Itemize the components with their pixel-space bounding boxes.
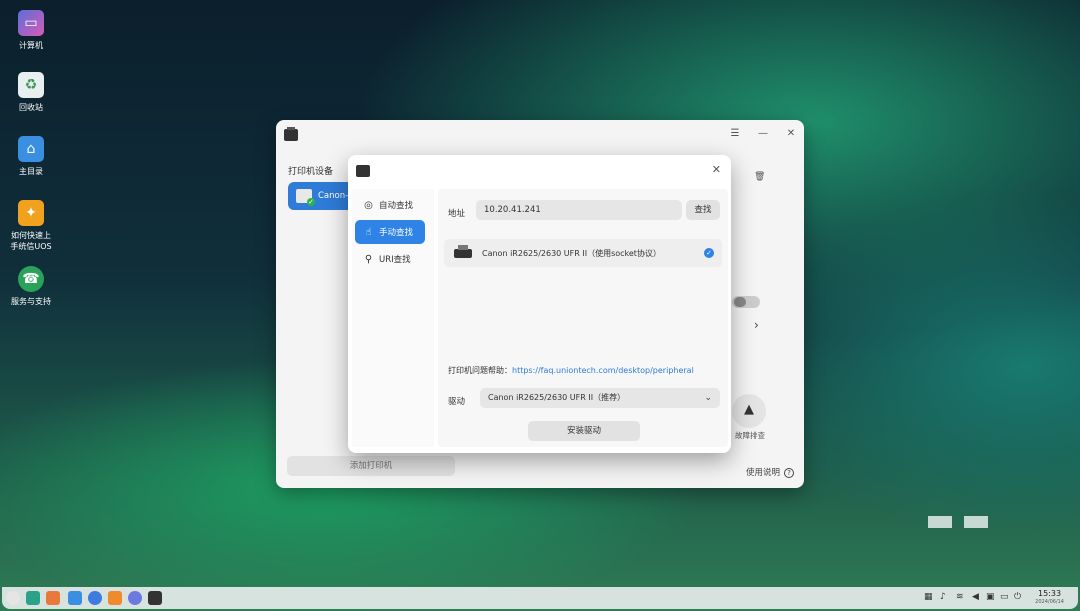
hand-icon: ☝ (365, 226, 372, 238)
menu-icon[interactable]: ☰ (728, 128, 742, 139)
nav-uri-search[interactable]: ⚲ URI查找 (355, 247, 425, 271)
troubleshoot-label: 故障排查 (735, 431, 765, 440)
desktop-icon-label: 回收站 (19, 103, 43, 112)
printer-icon (454, 244, 472, 262)
desktop-icon-trash[interactable]: ♻ 回收站 (8, 72, 54, 113)
delete-icon[interactable]: 🗑 (754, 172, 765, 182)
titlebar: ☰ — ✕ (276, 120, 804, 150)
help-url-link[interactable]: https://faq.uniontech.com/desktop/periph… (512, 366, 694, 375)
help-label: 使用说明 (746, 468, 781, 478)
driver-label: 驱动 (448, 397, 466, 407)
desktop-icon-computer[interactable]: ▭ 计算机 (8, 10, 54, 51)
manual-search-panel: 地址 10.20.41.241 查找 Canon iR2625/2630 UFR… (438, 189, 728, 447)
driver-select[interactable]: Canon iR2625/2630 UFR II（推荐） ⌄ (480, 388, 720, 408)
settings-icon[interactable] (128, 591, 142, 605)
printer-app-icon (284, 127, 298, 141)
nav-label: URI查找 (379, 255, 411, 265)
search-button[interactable]: 查找 (686, 200, 720, 220)
chevron-down-icon: ⌄ (704, 393, 712, 403)
clock-date: 2024/06/14 (1035, 599, 1064, 605)
clock[interactable]: 15:33 2024/06/14 (1035, 589, 1064, 607)
device-name: Canon-i (318, 191, 351, 201)
taskbar: ▦ ♪ ≋ ◀ ▣ ▭ ⏻ 15:33 2024/06/14 (2, 587, 1078, 609)
app-store-icon[interactable] (46, 591, 60, 605)
result-item[interactable]: Canon iR2625/2630 UFR II（使用socket协议） ✓ (444, 239, 722, 267)
location-pin-icon: ⚲ (364, 253, 373, 265)
printer-icon (296, 189, 315, 206)
help-link[interactable]: 使用说明? (746, 466, 795, 478)
warning-icon: ▲ (744, 402, 754, 417)
nav-label: 手动查找 (379, 228, 414, 238)
decor-shape (928, 516, 952, 528)
help-prefix: 打印机问题帮助： (448, 366, 512, 375)
volume-icon[interactable]: ◀ (972, 592, 979, 602)
computer-icon: ▭ (18, 10, 44, 36)
keyboard-icon[interactable]: ▦ (924, 592, 933, 602)
dialog-titlebar: ✕ (348, 155, 731, 187)
nav-label: 自动查找 (379, 201, 414, 211)
battery-icon[interactable]: ▭ (1000, 592, 1009, 602)
desktop-icon-label: 计算机 (19, 41, 43, 50)
printer-taskbar-icon[interactable] (148, 591, 162, 605)
printer-help-line: 打印机问题帮助：https://faq.uniontech.com/deskto… (448, 365, 694, 376)
address-label: 地址 (448, 209, 466, 219)
printer-tray-icon[interactable]: ▣ (986, 592, 995, 602)
chevron-right-icon[interactable]: › (754, 318, 759, 332)
shared-toggle[interactable] (732, 296, 760, 308)
close-icon[interactable]: ✕ (784, 128, 798, 139)
desktop-icon-guide[interactable]: ✦ 如何快速上手统信UOS (8, 200, 54, 252)
desktop-icon-label: 主目录 (19, 167, 43, 176)
trash-icon: ♻ (18, 72, 44, 98)
dialog-nav: ◎ 自动查找 ☝ 手动查找 ⚲ URI查找 (352, 189, 434, 447)
question-icon: ? (784, 468, 795, 478)
close-icon[interactable]: ✕ (712, 163, 721, 176)
install-driver-button[interactable]: 安装驱动 (528, 421, 640, 441)
minimize-icon[interactable]: — (756, 128, 770, 139)
clock-time: 15:33 (1038, 589, 1062, 598)
desktop-icon-support[interactable]: ☎ 服务与支持 (8, 266, 54, 307)
launcher-icon[interactable] (6, 591, 20, 605)
mail-icon[interactable] (108, 591, 122, 605)
checkmark-icon: ✓ (704, 248, 714, 258)
address-input[interactable]: 10.20.41.241 (476, 200, 682, 220)
wifi-icon[interactable]: ≋ (956, 592, 964, 602)
desktop-icon-home[interactable]: ⌂ 主目录 (8, 136, 54, 177)
guide-icon: ✦ (18, 200, 44, 226)
nav-manual-search[interactable]: ☝ 手动查找 (355, 220, 425, 244)
browser-icon[interactable] (88, 591, 102, 605)
desktop-icon-label: 如何快速上手统信UOS (10, 231, 52, 251)
power-icon[interactable]: ⏻ (1014, 592, 1021, 602)
home-folder-icon: ⌂ (18, 136, 44, 162)
file-manager-icon[interactable] (68, 591, 82, 605)
desktop-icon-label: 服务与支持 (11, 297, 51, 306)
add-printer-button[interactable]: 添加打印机 (287, 456, 455, 476)
decor-shape (964, 516, 988, 528)
support-icon: ☎ (18, 266, 44, 292)
printer-app-icon (356, 165, 370, 177)
driver-value: Canon iR2625/2630 UFR II（推荐） (488, 393, 626, 402)
radar-icon: ◎ (364, 199, 373, 211)
notification-icon[interactable]: ♪ (940, 592, 946, 602)
add-printer-dialog: ✕ ◎ 自动查找 ☝ 手动查找 ⚲ URI查找 地址 10.20.41.241 … (348, 155, 731, 453)
nav-auto-search[interactable]: ◎ 自动查找 (355, 193, 425, 217)
multitask-icon[interactable] (26, 591, 40, 605)
troubleshoot-button[interactable]: ▲ (732, 394, 766, 428)
result-text: Canon iR2625/2630 UFR II（使用socket协议） (482, 248, 661, 258)
